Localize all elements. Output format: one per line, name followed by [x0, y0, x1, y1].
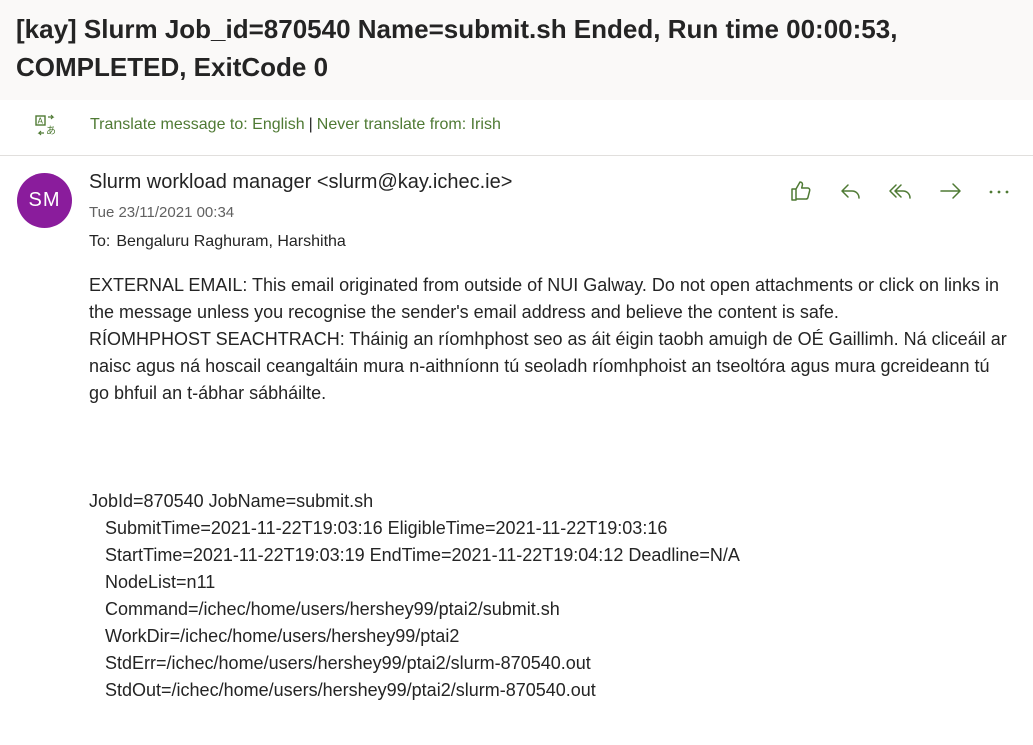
reply-all-button[interactable] [885, 175, 917, 207]
job-line-stdout: StdOut=/ichec/home/users/hershey99/ptai2… [105, 680, 596, 700]
forward-button[interactable] [935, 175, 967, 207]
subject-bar: [kay] Slurm Job_id=870540 Name=submit.sh… [0, 0, 1033, 100]
message-body: EXTERNAL EMAIL: This email originated fr… [89, 272, 1014, 407]
translate-options: Translate message to: English | Never tran… [90, 116, 501, 134]
avatar[interactable]: SM [17, 173, 72, 228]
job-line-command: Command=/ichec/home/users/hershey99/ptai… [105, 599, 560, 619]
svg-text:A: A [38, 117, 44, 126]
translate-icon: A あ [35, 114, 57, 137]
job-details: JobId=870540 JobName=submit.sh SubmitTim… [89, 488, 1014, 704]
job-line-workdir: WorkDir=/ichec/home/users/hershey99/ptai… [105, 626, 460, 646]
more-icon [989, 190, 1009, 194]
reply-all-icon [889, 184, 911, 199]
sent-date: Tue 23/11/2021 00:34 [89, 204, 235, 221]
translate-message-link[interactable]: Translate message to: English [90, 116, 305, 133]
external-email-warning-en: EXTERNAL EMAIL: This email originated fr… [89, 275, 1000, 322]
reply-icon [841, 184, 860, 199]
to-label: To: [89, 233, 111, 250]
job-line-node-list: NodeList=n11 [105, 572, 216, 592]
like-button[interactable] [785, 175, 817, 207]
external-email-warning-ga: RÍOMHPHOST SEACHTRACH: Tháinig an ríomhp… [89, 329, 1007, 403]
never-translate-link[interactable]: Never translate from: Irish [317, 116, 501, 133]
like-icon [791, 181, 811, 201]
recipient-name[interactable]: Bengaluru Raghuram, Harshitha [116, 233, 345, 250]
forward-icon [940, 183, 961, 199]
recipients-line: To: Bengaluru Raghuram, Harshitha [89, 233, 346, 251]
sender-name[interactable]: Slurm workload manager <slurm@kay.ichec.… [89, 171, 512, 194]
job-line-start-time: StartTime=2021-11-22T19:03:19 EndTime=20… [105, 545, 740, 565]
more-actions-button[interactable] [983, 175, 1015, 207]
svg-text:あ: あ [46, 125, 56, 136]
job-line-submit-time: SubmitTime=2021-11-22T19:03:16 EligibleT… [105, 518, 668, 538]
job-line-jobid: JobId=870540 JobName=submit.sh [89, 491, 374, 511]
reply-button[interactable] [835, 175, 867, 207]
email-subject: [kay] Slurm Job_id=870540 Name=submit.sh… [16, 14, 898, 82]
job-line-stderr: StdErr=/ichec/home/users/hershey99/ptai2… [105, 653, 591, 673]
translate-separator: | [308, 116, 313, 133]
